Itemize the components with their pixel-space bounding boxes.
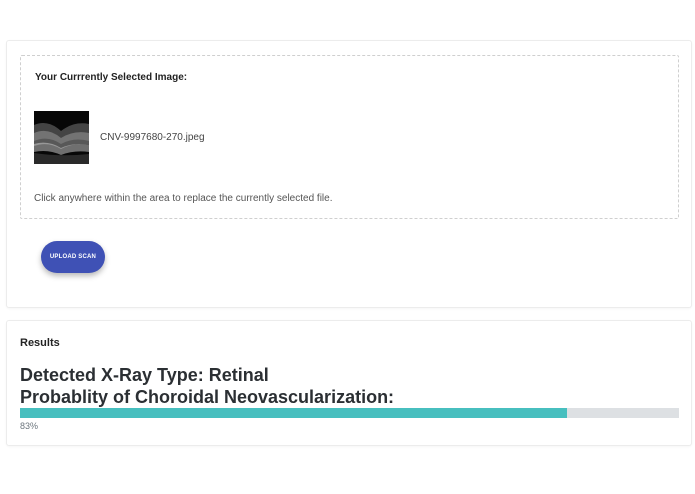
oct-scan-image-icon <box>34 111 89 164</box>
xray-type-line: Detected X-Ray Type: Retinal <box>20 365 269 385</box>
selected-filename: CNV-9997680-270.jpeg <box>100 132 205 143</box>
probability-progress-fill <box>20 408 567 418</box>
results-title: Results <box>20 337 60 349</box>
probability-line: Probablity of Choroidal Neovascularizati… <box>20 387 395 407</box>
selected-image-heading: Your Currrently Selected Image: <box>35 72 188 83</box>
results-card: Results Detected X-Ray Type: Retinal Pro… <box>6 320 692 446</box>
oct-scan-thumbnail <box>34 111 89 164</box>
probability-progress-bar <box>20 408 679 418</box>
upload-scan-button[interactable]: UPLOAD SCAN <box>41 241 105 273</box>
replace-file-hint: Click anywhere within the area to replac… <box>34 193 333 204</box>
upload-card: Your Currrently Selected Image: CNV-9997… <box>6 40 692 308</box>
probability-percent-label: 83% <box>20 421 39 431</box>
file-dropzone[interactable]: Your Currrently Selected Image: CNV-9997… <box>20 55 679 219</box>
